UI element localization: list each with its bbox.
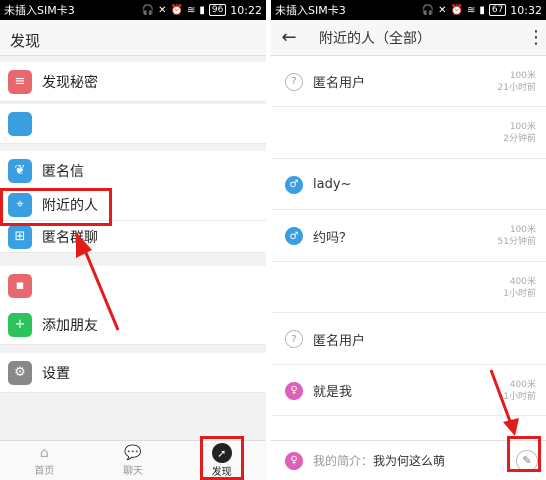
distance: 100米 <box>509 122 536 132</box>
list-item[interactable]: ? 匿名用户 <box>271 314 546 365</box>
blank-icon <box>8 111 32 136</box>
menu-item-add-friend[interactable]: + 添加朋友 <box>0 305 266 345</box>
menu-item-anonymous-letter[interactable]: ❦ 匿名信 <box>0 151 266 191</box>
last-seen: 1小时前 <box>503 288 536 299</box>
blank-avatar-icon <box>285 124 303 142</box>
status-bar: 未插入SIM卡3 🎧 ✕ ⏰ ≋ ▮ 96 10:22 <box>0 0 266 20</box>
mute-icon: ✕ <box>158 4 167 16</box>
distance: 100米 <box>509 70 536 81</box>
tab-chat[interactable]: 💬 聊天 <box>89 441 178 480</box>
menu-item-secret[interactable]: ≡ 发现秘密 <box>0 62 266 102</box>
status-bar: 未插入SIM卡3 🎧 ✕ ⏰ ≋ ▮ 67 10:32 <box>271 0 546 20</box>
arrow-annotation-left <box>76 232 120 331</box>
tab-home-label: 首页 <box>34 466 55 477</box>
highlight-discover-tab <box>200 436 244 480</box>
last-seen: 51分钟前 <box>497 237 536 247</box>
tab-chat-label: 聊天 <box>123 466 143 477</box>
last-seen: 21小时前 <box>497 82 536 93</box>
list-item[interactable]: 400米 1小时前 <box>271 263 546 313</box>
back-arrow-icon[interactable]: ← <box>271 27 307 48</box>
wifi-icon: ≋ <box>466 4 476 16</box>
nearby-people-screen: 未插入SIM卡3 🎧 ✕ ⏰ ≋ ▮ 67 10:32 ← 附近的人（全部） ⋮… <box>271 0 546 480</box>
anon-avatar-icon: ? <box>285 330 303 348</box>
secret-icon: ≡ <box>8 69 32 94</box>
mute-icon: ✕ <box>438 4 447 16</box>
highlight-nearby-item <box>0 188 112 226</box>
person-meta: 100米 2分钟前 <box>503 121 536 145</box>
blank-avatar-icon <box>285 279 303 297</box>
intro-bar: ♀ 我的简介： 我为何这么萌 ✎ <box>271 440 546 480</box>
feather-icon: ❦ <box>8 158 32 183</box>
list-item[interactable]: 100米 2分钟前 <box>271 108 546 159</box>
person-meta: 400米 1小时前 <box>503 276 536 300</box>
male-avatar-icon: ♂ <box>285 175 303 194</box>
battery-level: 96 <box>208 4 227 16</box>
menu-item-blank[interactable] <box>0 104 266 144</box>
chat-icon: 💬 <box>124 445 142 461</box>
headphone-icon: 🎧 <box>141 4 155 16</box>
clock: 10:22 <box>230 3 262 17</box>
carrier-text: 未插入SIM卡3 <box>4 4 75 17</box>
highlight-edit-button <box>507 436 541 472</box>
page-title: 附近的人（全部） <box>319 30 431 47</box>
person-name: 匿名用户 <box>313 333 366 349</box>
signal-icon: ▮ <box>479 4 485 16</box>
female-avatar-icon: ♀ <box>285 381 303 400</box>
person-name: 约吗？ <box>313 230 353 246</box>
wifi-icon: ≋ <box>186 4 196 16</box>
anon-avatar-icon: ? <box>285 72 303 91</box>
more-menu-icon[interactable]: ⋮ <box>526 27 546 48</box>
menu-item-label: 匿名信 <box>42 163 84 180</box>
menu-item-label: 发现秘密 <box>42 74 98 91</box>
menu-item-red-app[interactable]: ▪ <box>0 266 266 306</box>
arrow-annotation-right <box>489 369 519 436</box>
tab-home[interactable]: ⌂ 首页 <box>0 441 89 480</box>
clock: 10:32 <box>510 3 542 17</box>
last-seen: 2分钟前 <box>503 134 536 144</box>
battery-level: 67 <box>488 4 507 16</box>
distance: 400米 <box>509 276 536 287</box>
person-name: 就是我 <box>313 385 353 400</box>
list-item[interactable]: ? 匿名用户 100米 21小时前 <box>271 57 546 107</box>
list-item[interactable]: ♂ lady~ <box>271 160 546 210</box>
menu-item-label: 设置 <box>42 365 70 382</box>
gear-icon: ⚙ <box>8 360 32 385</box>
male-avatar-icon: ♂ <box>285 227 303 245</box>
add-friend-icon: + <box>8 312 32 337</box>
distance: 100米 <box>509 225 536 235</box>
list-item[interactable]: ♂ 约吗？ 100米 51分钟前 <box>271 211 546 262</box>
headphone-icon: 🎧 <box>421 4 435 16</box>
person-meta: 100米 21小时前 <box>498 70 536 94</box>
discover-screen: 未插入SIM卡3 🎧 ✕ ⏰ ≋ ▮ 96 10:22 发现 ≡ 发现秘密 ❦ 匿名信… <box>0 0 266 480</box>
alarm-icon: ⏰ <box>450 4 463 16</box>
my-avatar: ♀ <box>285 451 303 470</box>
group-chat-icon: ⊞ <box>8 224 32 249</box>
menu-item-settings[interactable]: ⚙ 设置 <box>0 353 266 393</box>
page-title: 发现 <box>0 20 266 56</box>
person-meta: 100米 51分钟前 <box>498 224 536 248</box>
intro-text: 我为何这么萌 <box>373 454 446 468</box>
intro-label: 我的简介： <box>313 454 374 468</box>
person-name: lady~ <box>313 177 352 192</box>
signal-icon: ▮ <box>199 4 205 16</box>
carrier-text: 未插入SIM卡3 <box>275 4 346 17</box>
nav-bar: ← 附近的人（全部） ⋮ <box>271 20 546 56</box>
red-icon: ▪ <box>8 273 32 298</box>
person-name: 匿名用户 <box>313 76 366 91</box>
home-icon: ⌂ <box>39 445 49 461</box>
alarm-icon: ⏰ <box>170 4 183 16</box>
